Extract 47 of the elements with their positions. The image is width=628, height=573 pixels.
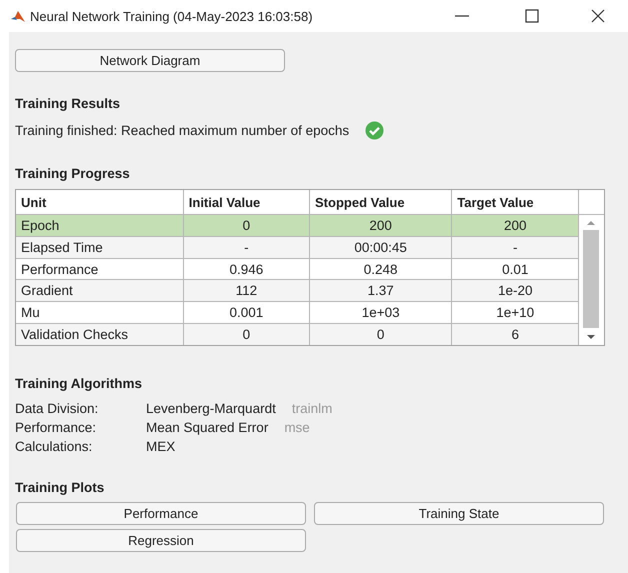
table-cell: 0	[183, 323, 310, 345]
field-label: Calculations:	[15, 439, 94, 454]
plot-button[interactable]: Training State	[314, 502, 604, 525]
table-cell: 00:00:45	[310, 236, 452, 258]
table-cell: 0	[310, 323, 452, 345]
column-header[interactable]: Target Value	[452, 190, 578, 215]
table-cell: 1e-20	[452, 280, 578, 302]
section-heading: Training Algorithms	[15, 376, 144, 391]
table-cell: 200	[310, 214, 452, 236]
table-cell: 1.37	[310, 280, 452, 302]
table-cell: Epoch	[16, 214, 184, 236]
table-row[interactable]: Validation Checks 0 0 6	[16, 323, 578, 345]
field-label: Performance:	[15, 420, 98, 435]
field-label: Data Division:	[15, 401, 100, 416]
plot-button[interactable]: Performance	[16, 502, 306, 525]
network-diagram-button[interactable]: Network Diagram	[15, 49, 285, 72]
field-value: Mean Squared Error	[146, 420, 268, 435]
app-logo-icon	[11, 10, 25, 22]
field-value: Levenberg-Marquardt	[146, 401, 276, 416]
function-name: mse	[284, 420, 310, 435]
plot-button[interactable]: Regression	[16, 529, 306, 552]
field-value: MEX	[146, 439, 176, 454]
table-cell: 0.001	[183, 302, 310, 324]
table-row[interactable]: Elapsed Time - 00:00:45 -	[16, 236, 578, 258]
table-cell: 1e+03	[310, 302, 452, 324]
section-heading: Training Plots	[15, 480, 106, 495]
table-cell: -	[183, 236, 310, 258]
column-header[interactable]: Initial Value	[183, 190, 310, 215]
table-cell: 0	[183, 214, 310, 236]
section-heading: Training Results	[15, 96, 122, 111]
table-row[interactable]: Epoch 0 200 200	[16, 214, 578, 236]
table-cell: Mu	[16, 302, 184, 324]
table-cell: Gradient	[16, 280, 184, 302]
table-row[interactable]: Gradient 112 1.37 1e-20	[16, 280, 578, 302]
table-cell: 200	[452, 214, 578, 236]
table-cell: 6	[452, 323, 578, 345]
window-title: Neural Network Training (04-May-2023 16:03:58)	[30, 8, 314, 24]
table-cell: 112	[183, 280, 310, 302]
table-cell: Elapsed Time	[16, 236, 184, 258]
table-cell: -	[452, 236, 578, 258]
status-message: Training finished: Reached maximum number of epochs	[15, 123, 350, 138]
function-name: trainlm	[292, 401, 332, 416]
section-heading: Training Progress	[15, 166, 131, 181]
table-row[interactable]: Mu 0.001 1e+03 1e+10	[16, 302, 578, 324]
table-cell: Validation Checks	[16, 323, 184, 345]
column-header[interactable]: Stopped Value	[310, 190, 452, 215]
column-header[interactable]: Unit	[16, 190, 184, 215]
